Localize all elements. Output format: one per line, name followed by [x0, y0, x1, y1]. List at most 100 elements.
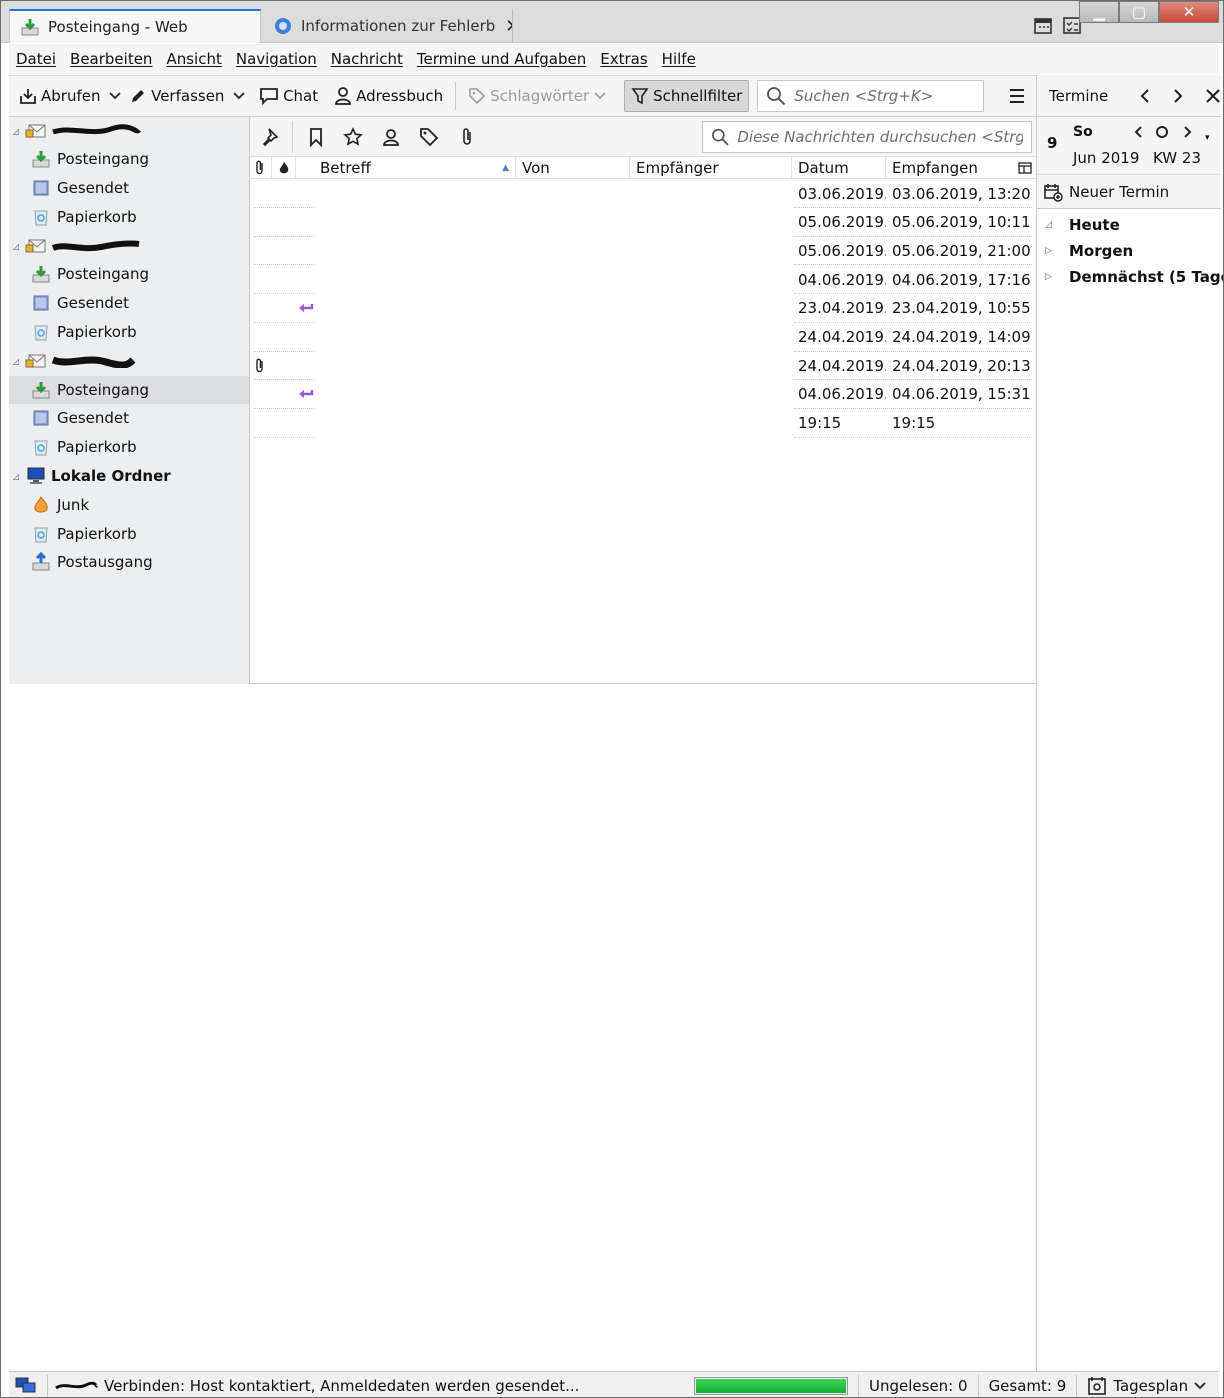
menu-tools[interactable]: Extras: [593, 50, 654, 68]
compose-button[interactable]: Verfassen: [123, 80, 230, 112]
column-junk[interactable]: [272, 157, 296, 179]
attachment-icon[interactable]: [457, 127, 477, 147]
trash-icon: [34, 440, 48, 456]
collapsed-twisty-icon[interactable]: ▷: [1045, 246, 1069, 256]
status-bar: Verbinden: Host kontaktiert, Anmeldedate…: [9, 1371, 1219, 1397]
sticky-pin-icon[interactable]: [262, 127, 282, 147]
agenda-tomorrow[interactable]: ▷ Morgen: [1045, 238, 1133, 264]
expanded-twisty-icon[interactable]: ◿: [1045, 220, 1069, 230]
minimize-button[interactable]: ▁: [1079, 1, 1119, 23]
online-status-icon[interactable]: [15, 1377, 37, 1395]
new-event-icon: [1044, 183, 1063, 202]
folder-sent-2[interactable]: Gesendet: [9, 289, 249, 317]
table-row[interactable]: 19:15 19:15: [250, 409, 1036, 438]
expanded-twisty-icon[interactable]: ◿: [13, 357, 23, 366]
column-attachment[interactable]: [250, 157, 272, 179]
today-pane-toggle[interactable]: Tagesplan: [1087, 1376, 1206, 1396]
table-row[interactable]: 03.06.2019... 03.06.2019, 13:20: [250, 179, 1036, 208]
account-row-1[interactable]: ◿: [9, 117, 249, 145]
close-icon[interactable]: ✕: [505, 16, 512, 37]
table-row[interactable]: 05.06.2019... 05.06.2019, 21:00: [250, 236, 1036, 266]
new-event-button[interactable]: Neuer Termin: [1037, 175, 1221, 209]
menu-navigation[interactable]: Navigation: [229, 50, 324, 68]
close-icon[interactable]: [1205, 88, 1221, 104]
calendar-icon[interactable]: [1033, 15, 1053, 35]
folder-trash-1[interactable]: Papierkorb: [9, 203, 249, 231]
sort-ascending-icon: ▲: [502, 163, 509, 173]
chevron-right-icon[interactable]: [1170, 88, 1186, 104]
column-from[interactable]: Von: [516, 157, 630, 179]
previous-day-icon[interactable]: [1134, 126, 1144, 138]
column-received[interactable]: Empfangen: [886, 157, 1036, 179]
column-recipient[interactable]: Empfänger: [630, 157, 792, 179]
folder-trash-3[interactable]: Papierkorb: [9, 433, 249, 461]
status-separator: [1076, 1374, 1078, 1397]
table-row[interactable]: 23.04.2019... 23.04.2019, 10:55: [250, 294, 1036, 323]
folder-label: Junk: [57, 496, 90, 514]
close-window-button[interactable]: ✕: [1159, 1, 1219, 23]
expanded-twisty-icon[interactable]: ◿: [13, 242, 23, 251]
expanded-twisty-icon[interactable]: ◿: [13, 472, 23, 481]
today-circle-icon[interactable]: [1155, 125, 1169, 139]
tag-icon[interactable]: [419, 127, 439, 147]
column-subject[interactable]: Betreff ▲: [296, 157, 516, 179]
menu-help[interactable]: Hilfe: [655, 50, 703, 68]
quick-filter-button[interactable]: Schnellfilter: [624, 80, 750, 112]
get-mail-button[interactable]: Abrufen: [13, 80, 106, 112]
table-row[interactable]: 24.04.2019... 24.04.2019, 20:13: [250, 351, 1036, 381]
agenda-today[interactable]: ◿ Heute: [1045, 212, 1120, 238]
search-icon: [767, 87, 786, 106]
global-search-input[interactable]: Suchen <Strg+K>: [757, 80, 985, 112]
today-pane: Termine 9 So ▾ Jun 2019 KW 23 Neuer Term…: [1036, 75, 1223, 1371]
star-icon[interactable]: [343, 127, 363, 147]
message-date: 05.06.2019...: [798, 213, 886, 232]
agenda-upcoming[interactable]: ▷ Demnächst (5 Tage): [1045, 264, 1223, 290]
folder-trash-local[interactable]: Papierkorb: [9, 520, 249, 548]
unread-bookmark-icon[interactable]: [306, 127, 326, 147]
folder-inbox-1[interactable]: Posteingang: [9, 145, 249, 173]
chat-label: Chat: [283, 87, 319, 105]
get-mail-dropdown[interactable]: [106, 92, 123, 100]
account-row-3[interactable]: ◿: [9, 347, 249, 375]
folder-trash-2[interactable]: Papierkorb: [9, 318, 249, 346]
next-day-icon[interactable]: [1182, 126, 1192, 138]
folder-sent-3[interactable]: Gesendet: [9, 404, 249, 432]
menu-file[interactable]: Datei: [9, 50, 63, 68]
expanded-twisty-icon[interactable]: ◿: [13, 127, 23, 136]
mini-view-dropdown-icon[interactable]: ▾: [1205, 133, 1210, 143]
compose-dropdown[interactable]: [230, 92, 247, 100]
app-menu-button[interactable]: [1002, 80, 1036, 112]
table-row[interactable]: 04.06.2019... 04.06.2019, 15:31: [250, 380, 1036, 409]
tab-inbox[interactable]: Posteingang - Web: [9, 9, 261, 43]
folder-sent-1[interactable]: Gesendet: [9, 174, 249, 202]
chat-button[interactable]: Chat: [253, 80, 324, 112]
folder-outbox[interactable]: Postausgang: [9, 548, 249, 576]
trash-icon: [34, 325, 48, 341]
message-received: 24.04.2019, 14:09: [892, 328, 1031, 346]
message-date: 19:15: [798, 414, 842, 433]
menu-edit[interactable]: Bearbeiten: [63, 50, 159, 68]
tags-button[interactable]: Schlagwörter: [462, 80, 616, 112]
folder-inbox-3[interactable]: Posteingang: [9, 376, 249, 404]
chevron-left-icon[interactable]: [1137, 88, 1153, 104]
menu-view[interactable]: Ansicht: [159, 50, 228, 68]
contact-icon[interactable]: [381, 127, 401, 147]
local-folders-row[interactable]: ◿ Lokale Ordner: [9, 462, 249, 490]
account-row-2[interactable]: ◿: [9, 232, 249, 260]
address-book-button[interactable]: Adressbuch: [328, 80, 449, 112]
folder-label: Gesendet: [57, 179, 130, 197]
folder-inbox-2[interactable]: Posteingang: [9, 260, 249, 288]
tab-error-info[interactable]: Informationen zur Fehlerb ✕: [263, 9, 513, 43]
quick-filter-search-input[interactable]: Diese Nachrichten durchsuchen <Strg+U: [702, 121, 1032, 153]
table-row[interactable]: 24.04.2019... 24.04.2019, 14:09: [250, 323, 1036, 352]
column-date[interactable]: Datum: [792, 157, 886, 179]
column-picker-icon[interactable]: [1018, 162, 1032, 174]
table-row[interactable]: 04.06.2019... 04.06.2019, 17:16: [250, 265, 1036, 295]
menu-events-tasks[interactable]: Termine und Aufgaben: [410, 50, 593, 68]
folder-junk[interactable]: Junk: [9, 491, 249, 519]
maximize-button[interactable]: ▢: [1119, 1, 1159, 23]
chevron-down-icon: [233, 92, 245, 100]
table-row[interactable]: 05.06.2019... 05.06.2019, 10:11: [250, 208, 1036, 237]
collapsed-twisty-icon[interactable]: ▷: [1045, 272, 1069, 282]
menu-message[interactable]: Nachricht: [324, 50, 410, 68]
